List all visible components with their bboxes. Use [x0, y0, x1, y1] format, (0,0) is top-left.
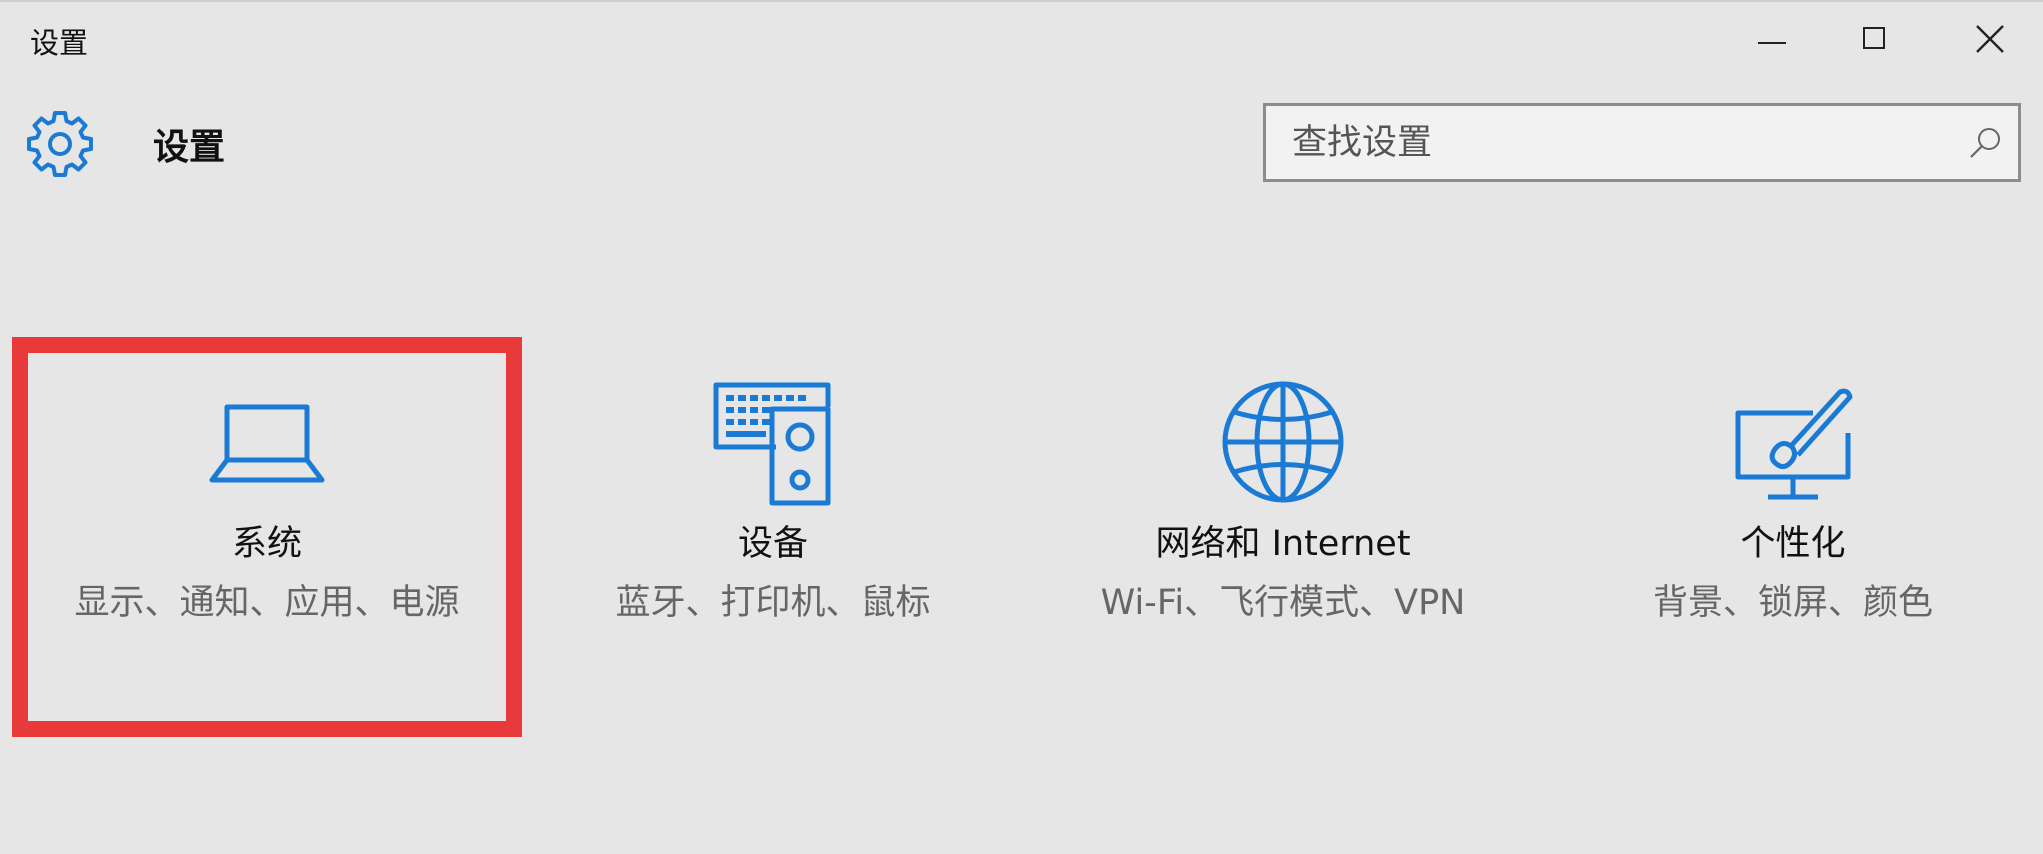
minimize-icon	[1758, 42, 1786, 44]
search-input[interactable]	[1266, 106, 1946, 179]
tile-network-desc: Wi-Fi、飞行模式、VPN	[1100, 583, 1466, 623]
personalization-icon	[1735, 388, 1853, 500]
tile-devices-title: 设备	[737, 524, 808, 564]
tile-personalization-desc: 背景、锁屏、颜色	[1652, 583, 1933, 623]
laptop-icon	[209, 404, 325, 483]
close-icon	[1976, 25, 2004, 53]
settings-window: 设置 设置 查找设置 系统 显示、通知、应用、电源 设备 蓝牙、打印机、鼠标 网…	[0, 0, 2043, 854]
maximize-button[interactable]	[1818, 2, 1933, 78]
globe-icon	[1222, 381, 1344, 503]
tile-network[interactable]: 网络和 Internet Wi-Fi、飞行模式、VPN	[1028, 337, 1538, 737]
page-title: 设置	[153, 127, 226, 168]
tile-network-title: 网络和 Internet	[1155, 524, 1411, 564]
gear-icon	[27, 111, 93, 177]
tile-personalization-title: 个性化	[1740, 524, 1846, 564]
search-icon[interactable]	[1968, 126, 2002, 160]
window-title: 设置	[30, 26, 89, 60]
search-box[interactable]	[1263, 103, 2021, 182]
title-bar: 设置	[0, 2, 2043, 78]
tile-devices-desc: 蓝牙、打印机、鼠标	[615, 583, 931, 623]
maximize-icon	[1863, 27, 1885, 49]
tile-system[interactable]: 系统 显示、通知、应用、电源	[12, 337, 522, 737]
tile-system-title: 系统	[231, 524, 302, 564]
tile-system-desc: 显示、通知、应用、电源	[74, 583, 460, 623]
devices-icon	[713, 382, 831, 506]
tile-personalization[interactable]: 个性化 背景、锁屏、颜色	[1538, 337, 2043, 737]
close-button[interactable]	[1935, 2, 2043, 78]
tile-devices[interactable]: 设备 蓝牙、打印机、鼠标	[518, 337, 1028, 737]
